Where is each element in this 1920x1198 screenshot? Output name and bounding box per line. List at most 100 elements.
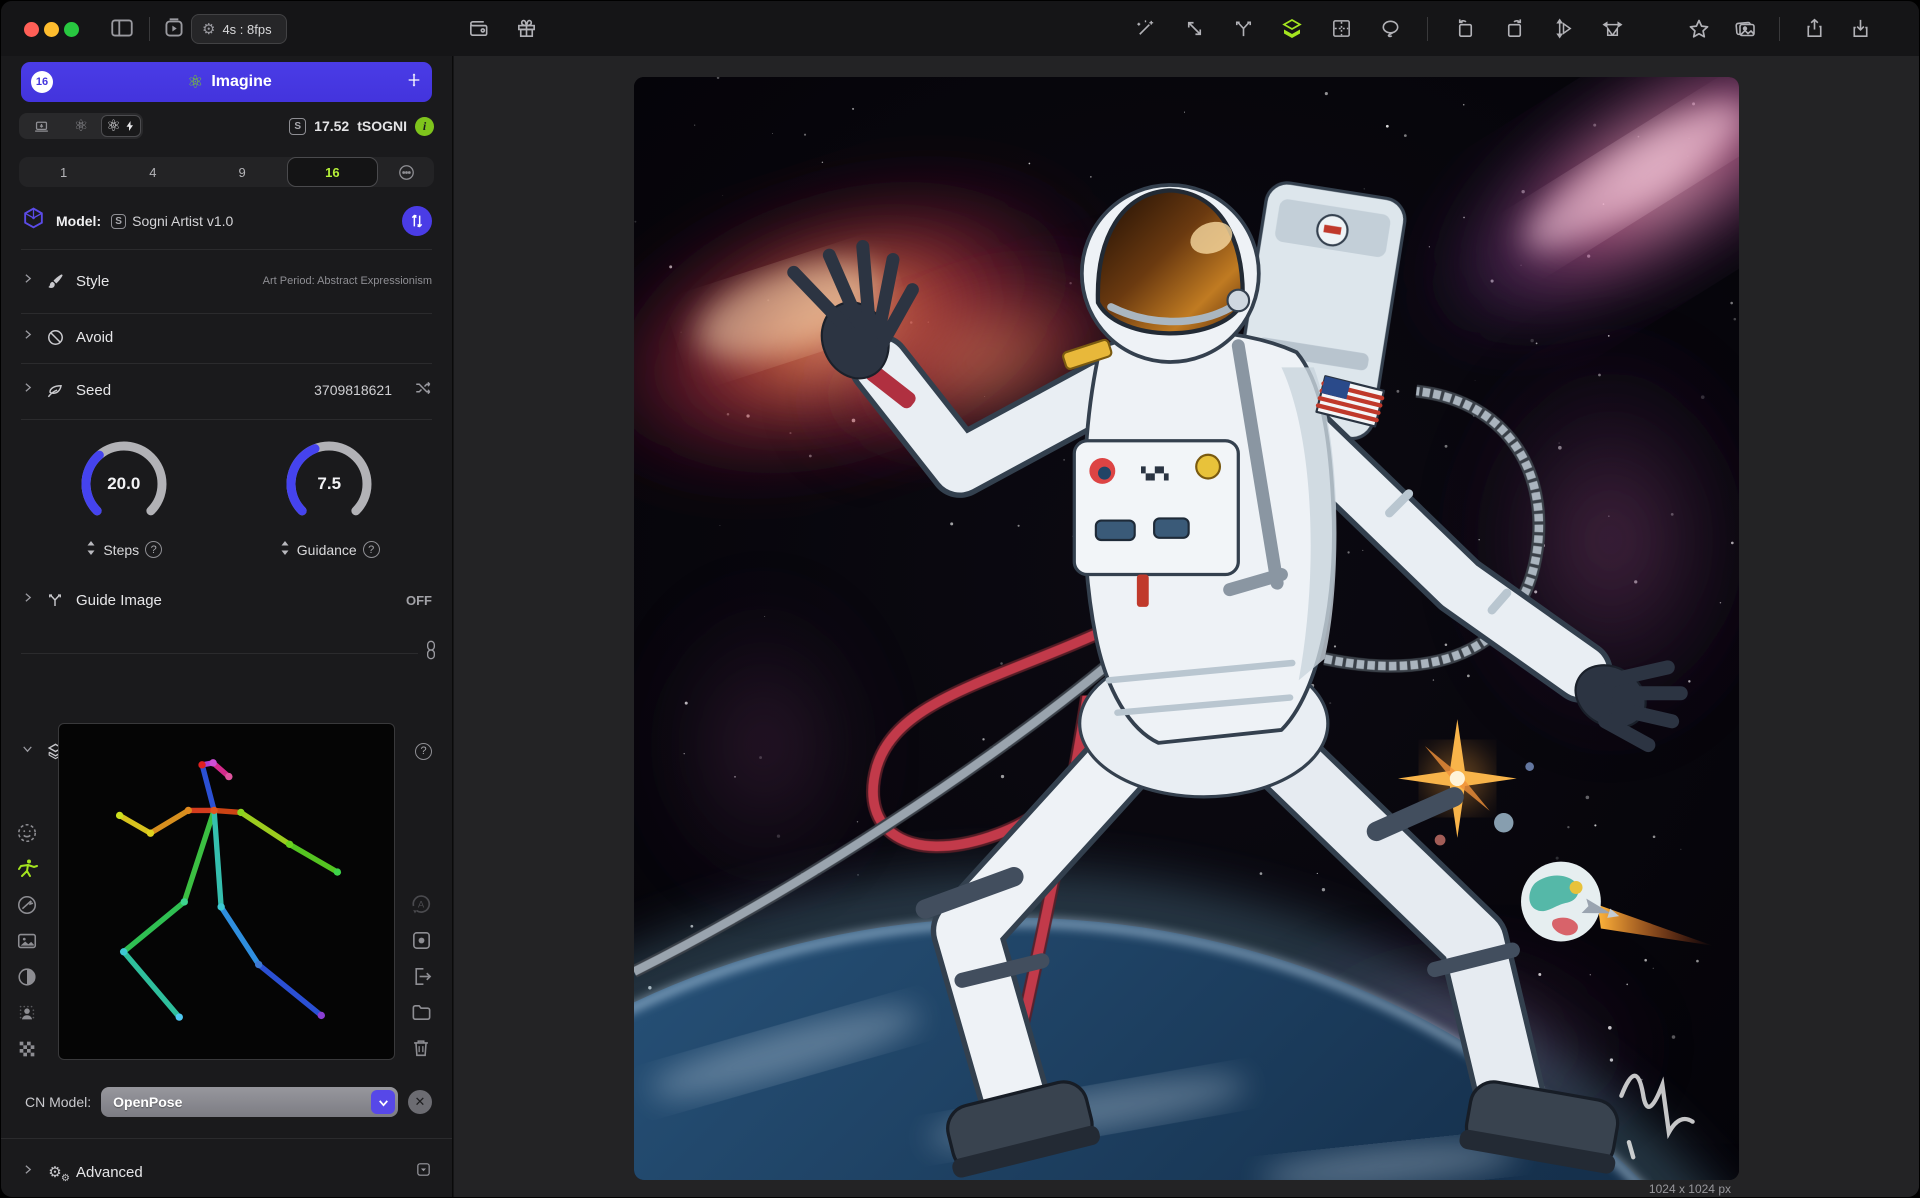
flip-vertical-icon[interactable] xyxy=(1551,17,1575,41)
steps-stepper-icon[interactable] xyxy=(85,540,97,559)
dials-row: 20.0 Steps ? 7.5 Guidance ? xyxy=(21,436,432,566)
avoid-section-row[interactable]: Avoid xyxy=(21,319,432,355)
depth-contrast-icon[interactable] xyxy=(13,963,41,991)
face-icon[interactable] xyxy=(13,819,41,847)
steps-help-icon[interactable]: ? xyxy=(145,541,162,558)
advanced-label: Advanced xyxy=(76,1164,143,1181)
flip-horizontal-icon[interactable] xyxy=(1600,17,1624,41)
wand-icon[interactable] xyxy=(1133,17,1157,41)
model-row[interactable]: Model: S Sogni Artist v1.0 xyxy=(21,201,432,241)
cn-model-value: OpenPose xyxy=(113,1094,371,1110)
steps-gauge[interactable]: 20.0 xyxy=(76,436,172,532)
seed-section-row[interactable]: Seed 3709818621 xyxy=(21,372,432,408)
guide-image-section-row[interactable]: Guide Image OFF xyxy=(21,582,432,618)
render-mode-segmented-control: ⚛ ⚛ xyxy=(19,113,143,139)
auto-detect-icon[interactable]: A xyxy=(407,890,435,918)
generated-image-astronaut[interactable]: ▚▞▚ xyxy=(634,77,1739,1180)
steps-label: Steps xyxy=(103,542,139,558)
minimize-window-button[interactable] xyxy=(44,22,59,37)
render-settings-pill[interactable]: ⚙ 4s : 8fps xyxy=(191,14,287,44)
imagine-button[interactable]: 16 ⚛ Imagine xyxy=(21,62,432,102)
scribble-icon[interactable] xyxy=(13,891,41,919)
gears-icon: ⚙⚙ xyxy=(44,1163,66,1181)
controlnet-right-tools: A xyxy=(407,890,435,1062)
chevron-right-icon xyxy=(21,328,34,346)
guidance-help-icon[interactable]: ? xyxy=(363,541,380,558)
rotate-right-icon[interactable] xyxy=(1502,17,1526,41)
model-badge-icon: S xyxy=(111,214,126,229)
render-settings-gear-icon: ⚙ xyxy=(202,20,215,38)
guidance-dial[interactable]: 7.5 Guidance ? xyxy=(227,436,433,566)
wallet-icon[interactable] xyxy=(466,17,490,41)
link-icon[interactable] xyxy=(423,639,439,666)
batch-option-4[interactable]: 4 xyxy=(108,157,197,187)
advanced-section-row[interactable]: ⚙⚙ Advanced xyxy=(21,1154,432,1190)
sidebar-toggle-icon[interactable] xyxy=(109,15,135,46)
paintbrush-icon xyxy=(44,272,66,291)
rotate-left-icon[interactable] xyxy=(1453,17,1477,41)
style-label: Style xyxy=(76,273,109,290)
imagine-label: Imagine xyxy=(211,73,271,91)
lasso-icon[interactable] xyxy=(1378,17,1402,41)
capture-frame-icon[interactable] xyxy=(407,926,435,954)
divider xyxy=(21,313,432,314)
atom-boost-icon[interactable]: ⚛ xyxy=(101,115,141,137)
batch-more-icon[interactable] xyxy=(378,163,434,182)
info-icon[interactable]: i xyxy=(415,117,434,136)
batch-option-9[interactable]: 9 xyxy=(198,157,287,187)
batch-option-16[interactable]: 16 xyxy=(287,157,378,187)
export-icon[interactable] xyxy=(407,962,435,990)
divider xyxy=(21,653,418,654)
toolbar-divider-2 xyxy=(1779,17,1780,41)
guide-branch-icon[interactable] xyxy=(1231,17,1255,41)
chevron-down-icon xyxy=(21,742,34,760)
steps-value: 20.0 xyxy=(76,436,172,532)
folder-icon[interactable] xyxy=(407,998,435,1026)
pose-icon[interactable] xyxy=(13,855,41,883)
segmentation-icon[interactable] xyxy=(13,999,41,1027)
chevron-right-icon xyxy=(21,1163,34,1181)
video-queue-icon[interactable] xyxy=(161,15,187,46)
move-handle-icon[interactable] xyxy=(406,72,422,93)
guidance-label: Guidance xyxy=(297,542,357,558)
laptop-render-icon[interactable] xyxy=(21,115,61,137)
divider xyxy=(1,1138,452,1139)
download-icon[interactable] xyxy=(1848,17,1872,41)
controlnet-help-icon[interactable]: ? xyxy=(415,743,432,760)
controlnet-pose-preview[interactable] xyxy=(58,723,395,1060)
atom-icon-muted[interactable]: ⚛ xyxy=(61,115,101,137)
guidance-value: 7.5 xyxy=(281,436,377,532)
steps-dial[interactable]: 20.0 Steps ? xyxy=(21,436,227,566)
batch-option-1[interactable]: 1 xyxy=(19,157,108,187)
layers-icon[interactable] xyxy=(1280,17,1304,41)
zoom-window-button[interactable] xyxy=(64,22,79,37)
guide-image-value: OFF xyxy=(406,593,432,608)
guide-image-label: Guide Image xyxy=(76,592,162,609)
share-icon[interactable] xyxy=(1802,17,1826,41)
controlnet-left-tools xyxy=(13,819,41,1063)
cn-model-dropdown[interactable]: OpenPose xyxy=(101,1087,398,1117)
divider xyxy=(21,249,432,250)
gallery-icon[interactable] xyxy=(1733,17,1757,41)
model-swap-button[interactable] xyxy=(402,206,432,236)
close-window-button[interactable] xyxy=(24,22,39,37)
cn-model-clear-button[interactable]: ✕ xyxy=(408,1090,432,1114)
advanced-popup-icon[interactable] xyxy=(415,1161,432,1183)
seed-shuffle-icon[interactable] xyxy=(414,379,432,402)
star-icon[interactable] xyxy=(1687,17,1711,41)
guidance-gauge[interactable]: 7.5 xyxy=(281,436,377,532)
gift-icon[interactable] xyxy=(514,17,538,41)
balance-currency: tSOGNI xyxy=(357,118,407,134)
tile-pattern-icon[interactable] xyxy=(13,1035,41,1063)
divider xyxy=(21,363,432,364)
trash-icon[interactable] xyxy=(407,1034,435,1062)
canvas-size-label: 1024 x 1024 px xyxy=(634,1182,1739,1196)
resize-icon[interactable] xyxy=(1182,17,1206,41)
batch-size-control: 1 4 9 16 xyxy=(19,157,434,187)
model-label: Model: xyxy=(56,213,101,229)
guidance-stepper-icon[interactable] xyxy=(279,540,291,559)
style-section-row[interactable]: Style Art Period: Abstract Expressionism xyxy=(21,263,432,299)
grid-icon[interactable] xyxy=(1329,17,1353,41)
titlebar: ⚙ 4s : 8fps xyxy=(1,1,1919,56)
image-reference-icon[interactable] xyxy=(13,927,41,955)
